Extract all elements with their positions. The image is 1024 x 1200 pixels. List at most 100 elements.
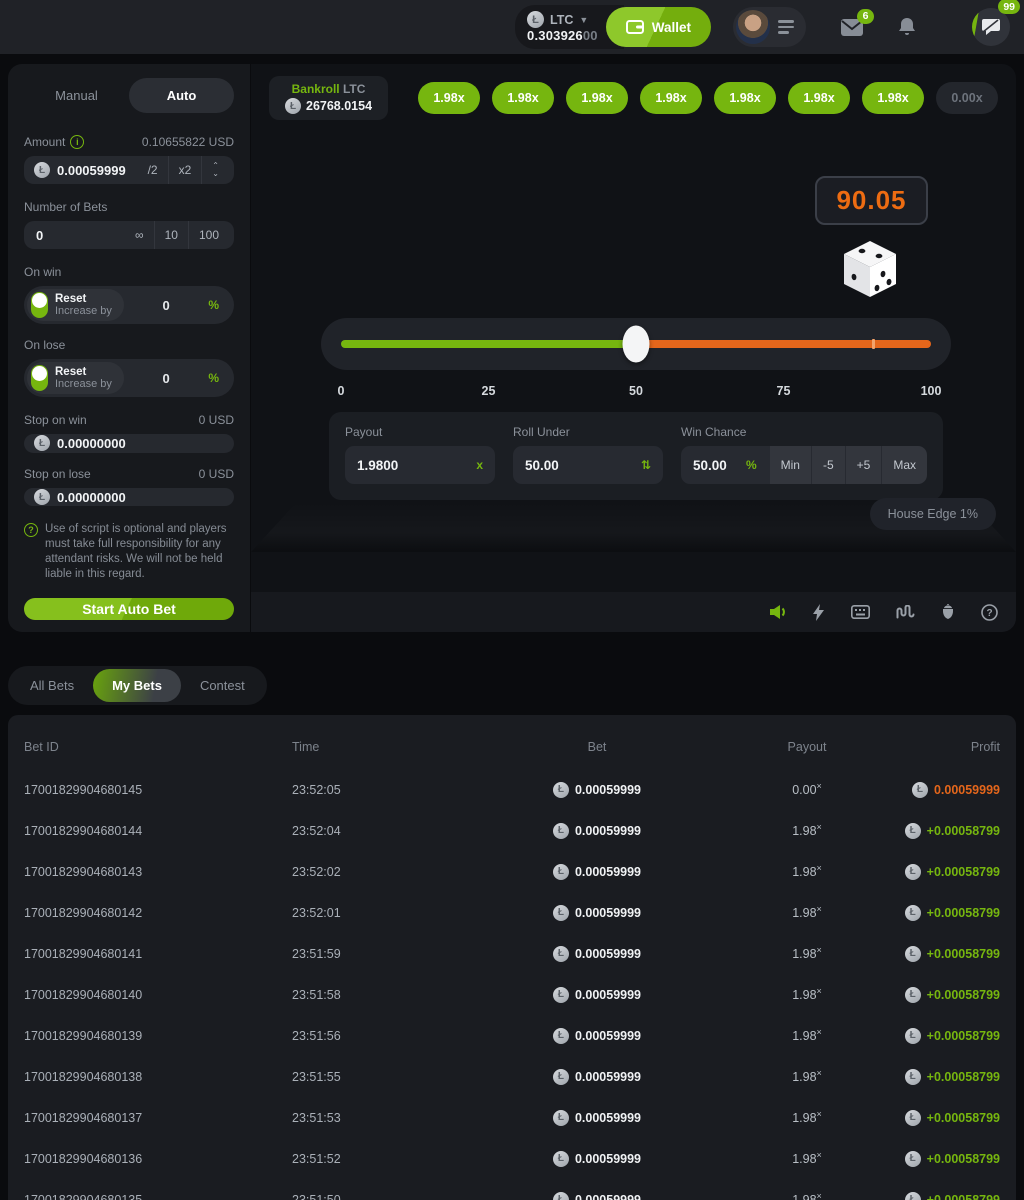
win-chance-input[interactable]: 50.00 % <box>681 446 769 484</box>
ltc-coin-icon: Ł <box>553 905 569 921</box>
dice-icon <box>837 236 903 302</box>
number-of-bets-value: 0 <box>36 228 125 243</box>
stop-on-win-input[interactable]: Ł 0.00000000 <box>24 434 234 453</box>
double-button[interactable]: x2 <box>168 156 202 184</box>
bet-time: 23:51:50 <box>292 1193 482 1200</box>
multiplier-badge[interactable]: 1.98x <box>714 82 776 114</box>
start-auto-bet-button[interactable]: Start Auto Bet <box>24 598 234 620</box>
messages-button[interactable]: 6 <box>840 18 864 37</box>
bet-time: 23:51:52 <box>292 1152 482 1166</box>
bet-profit-value: +0.00058799 <box>927 865 1000 879</box>
chevron-down-icon: ▼ <box>579 15 588 25</box>
slider-ticks: 0255075100 <box>341 384 931 406</box>
bet-payout: 1.98× <box>712 863 902 879</box>
user-menu[interactable] <box>733 7 806 47</box>
amount-stepper[interactable]: ⌃⌄ <box>201 156 229 184</box>
bet-time: 23:52:04 <box>292 824 482 838</box>
turbo-button[interactable] <box>813 604 825 621</box>
amount-input[interactable]: Ł 0.00059999 /2 x2 ⌃⌄ <box>24 156 234 184</box>
ltc-coin-icon: Ł <box>553 1151 569 1167</box>
multiplier-badge[interactable]: 0.00x <box>936 82 998 114</box>
roll-under-input[interactable]: 50.00 ⇅ <box>513 446 663 484</box>
seed-button[interactable] <box>941 604 955 620</box>
bet-time: 23:51:53 <box>292 1111 482 1125</box>
roll-result: 90.05 <box>815 176 928 225</box>
bet-amount-value: 0.00059999 <box>575 1193 641 1200</box>
ltc-coin-icon: Ł <box>553 823 569 839</box>
multiplier-badge[interactable]: 1.98x <box>418 82 480 114</box>
bet-id: 17001829904680140 <box>24 988 292 1002</box>
multiplier-badge[interactable]: 1.98x <box>862 82 924 114</box>
tab-manual[interactable]: Manual <box>24 78 129 113</box>
slider-track[interactable] <box>341 340 931 348</box>
on-win-increase-label: Increase by <box>55 305 112 317</box>
ltc-coin-icon: Ł <box>905 1028 921 1044</box>
multiplier-badge[interactable]: 1.98x <box>788 82 850 114</box>
multiplier-badge[interactable]: 1.98x <box>640 82 702 114</box>
tab-all-bets[interactable]: All Bets <box>11 669 93 702</box>
number-of-bets-input[interactable]: 0 ∞10100 <box>24 221 234 249</box>
wallet-button[interactable]: Wallet <box>606 7 711 47</box>
win-chance-max-button[interactable]: Max <box>881 446 927 484</box>
bets-count-option[interactable]: ∞ <box>125 221 154 249</box>
win-chance-plus5-button[interactable]: +5 <box>845 446 882 484</box>
on-win-toggle[interactable] <box>31 292 48 318</box>
bet-payout: 1.98× <box>712 1027 902 1043</box>
stop-on-lose-input[interactable]: Ł 0.00000000 <box>24 488 234 507</box>
trends-icon <box>896 605 915 619</box>
win-chance-label: Win Chance <box>681 425 927 439</box>
on-win-mode[interactable]: Reset Increase by <box>27 289 124 321</box>
win-chance-min-button[interactable]: Min <box>769 446 811 484</box>
swap-icon[interactable]: ⇅ <box>641 458 651 472</box>
notifications-button[interactable] <box>898 17 916 37</box>
slider-tick-label: 0 <box>338 384 345 398</box>
win-chance-buttons: Min-5+5Max <box>769 446 927 484</box>
bet-profit: Ł+0.00058799 <box>902 864 1000 880</box>
bets-count-option[interactable]: 100 <box>188 221 229 249</box>
tab-my-bets[interactable]: My Bets <box>93 669 181 702</box>
ltc-coin-icon: Ł <box>912 782 928 798</box>
seed-icon <box>941 604 955 620</box>
on-lose-increase-label: Increase by <box>55 378 112 390</box>
sound-button[interactable] <box>769 604 787 620</box>
bet-amount: Ł0.00059999 <box>482 1028 712 1044</box>
ltc-coin-icon: Ł <box>905 1192 921 1200</box>
bet-panel: Manual Auto Amounti 0.10655822 USD Ł 0.0… <box>8 64 250 632</box>
house-edge-badge: House Edge 1% <box>870 498 996 530</box>
info-icon[interactable]: i <box>70 135 84 149</box>
bet-profit: Ł +0.00058799 <box>902 1028 1000 1044</box>
payout-value: 1.9800 <box>357 458 476 473</box>
tab-auto[interactable]: Auto <box>129 78 234 113</box>
on-lose-percent: % <box>208 371 231 385</box>
multiplier-badge[interactable]: 1.98x <box>566 82 628 114</box>
on-lose-toggle[interactable] <box>31 365 48 391</box>
bet-amount: Ł0.00059999 <box>482 782 712 798</box>
chat-button[interactable]: 99 <box>972 8 1010 46</box>
hotkeys-button[interactable] <box>851 605 870 619</box>
bet-profit-value: +0.00058799 <box>927 1029 1000 1043</box>
ltc-coin-icon: Ł <box>905 1151 921 1167</box>
ltc-coin-icon: Ł <box>34 489 50 505</box>
bet-amount: Ł0.00059999 <box>482 1192 712 1200</box>
bet-profit: Ł+0.00058799 <box>902 1069 1000 1085</box>
payout-input[interactable]: 1.9800 x <box>345 446 495 484</box>
help-button[interactable]: ? <box>981 604 998 621</box>
bet-time: 23:51:55 <box>292 1070 482 1084</box>
roll-under-label: Roll Under <box>513 425 663 439</box>
on-lose-mode[interactable]: Reset Increase by <box>27 362 124 394</box>
stats-button[interactable] <box>896 605 915 619</box>
on-lose-value[interactable]: 0 <box>124 371 208 386</box>
on-lose-row: Reset Increase by 0 % <box>24 359 234 397</box>
multiplier-badge[interactable]: 1.98x <box>492 82 554 114</box>
bets-count-option[interactable]: 10 <box>154 221 188 249</box>
bet-id: 17001829904680141 <box>24 947 292 961</box>
tab-contest[interactable]: Contest <box>181 669 264 702</box>
bet-amount: Ł0.00059999 <box>482 905 712 921</box>
table-row: 1700182990468013523:51:50Ł0.000599991.98… <box>24 1179 1000 1200</box>
half-button[interactable]: /2 <box>138 156 168 184</box>
win-chance-minus5-button[interactable]: -5 <box>811 446 845 484</box>
amount-value: 0.00059999 <box>57 163 138 178</box>
ltc-coin-icon: Ł <box>553 946 569 962</box>
on-win-value[interactable]: 0 <box>124 298 208 313</box>
slider-handle[interactable] <box>623 326 650 363</box>
